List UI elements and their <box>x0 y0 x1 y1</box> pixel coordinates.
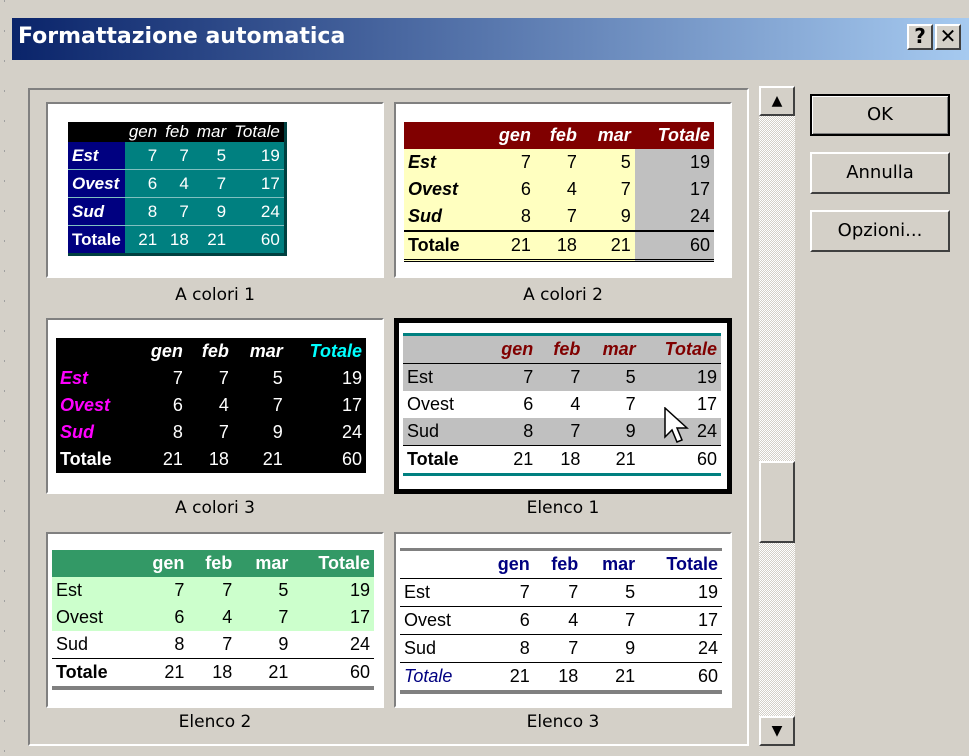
preview-table: gen feb mar Totale Est 7 7 5 19 Ovest 6 4 7 17… <box>68 122 287 256</box>
format-label: A colori 2 <box>523 285 603 305</box>
format-gallery: gen feb mar Totale Est 7 7 5 19 Ovest 6 4 7 17… <box>28 88 749 746</box>
window-title: Formattazione automatica <box>18 24 346 49</box>
options-button[interactable]: Opzioni... <box>810 210 950 252</box>
format-card-elenco-1[interactable]: gen feb mar Totale Est 7 7 5 19 Ovest 6 4 7 17 Sud 8… <box>394 318 732 494</box>
format-card-a-colori-1[interactable]: gen feb mar Totale Est 7 7 5 19 Ovest 6 4 7 17… <box>46 102 384 278</box>
options-label: Opzioni... <box>837 220 923 241</box>
format-card-a-colori-2[interactable]: gen feb mar Totale Est 7 7 5 19 Ovest 6 4 7 17 Su… <box>394 102 732 278</box>
title-bar: Formattazione automatica ? ✕ <box>12 18 969 60</box>
scrollbar-thumb[interactable] <box>759 461 795 543</box>
scroll-up-button[interactable]: ▲ <box>759 86 795 116</box>
preview-table: gen feb mar Totale Est 7 7 5 19 Ovest 6 4 7 17 Su… <box>56 338 366 473</box>
preview-table: gen feb mar Totale Est 7 7 5 19 Ovest 6 4 7 17 Sud 8… <box>400 548 722 694</box>
format-label: Elenco 2 <box>178 712 252 732</box>
preview-table: gen feb mar Totale Est 7 7 5 19 Ovest 6 4 7 17 Sud 8… <box>52 550 374 690</box>
format-card-a-colori-3[interactable]: gen feb mar Totale Est 7 7 5 19 Ovest 6 4 7 17 Su… <box>46 318 384 494</box>
mouse-pointer-icon <box>664 407 689 443</box>
format-label: A colori 1 <box>175 285 255 305</box>
format-label: Elenco 1 <box>526 498 600 518</box>
format-label: Elenco 3 <box>526 712 600 732</box>
close-button[interactable]: ✕ <box>935 24 961 50</box>
background-dotted-guide <box>4 0 5 756</box>
format-card-elenco-2[interactable]: gen feb mar Totale Est 7 7 5 19 Ovest 6 4 7 17 Sud 8… <box>46 532 384 708</box>
scroll-down-button[interactable]: ▼ <box>759 716 795 746</box>
help-button[interactable]: ? <box>907 24 933 50</box>
format-card-elenco-3[interactable]: gen feb mar Totale Est 7 7 5 19 Ovest 6 4 7 17 Sud 8… <box>394 532 732 708</box>
cancel-button[interactable]: Annulla <box>810 152 950 194</box>
format-label: A colori 3 <box>175 498 255 518</box>
vertical-scrollbar[interactable]: ▲ ▼ <box>759 86 795 746</box>
preview-table: gen feb mar Totale Est 7 7 5 19 Ovest 6 4 7 17 Su… <box>404 122 714 262</box>
ok-button[interactable]: OK <box>810 94 950 136</box>
preview-table: gen feb mar Totale Est 7 7 5 19 Ovest 6 4 7 17 Sud 8… <box>403 333 721 476</box>
